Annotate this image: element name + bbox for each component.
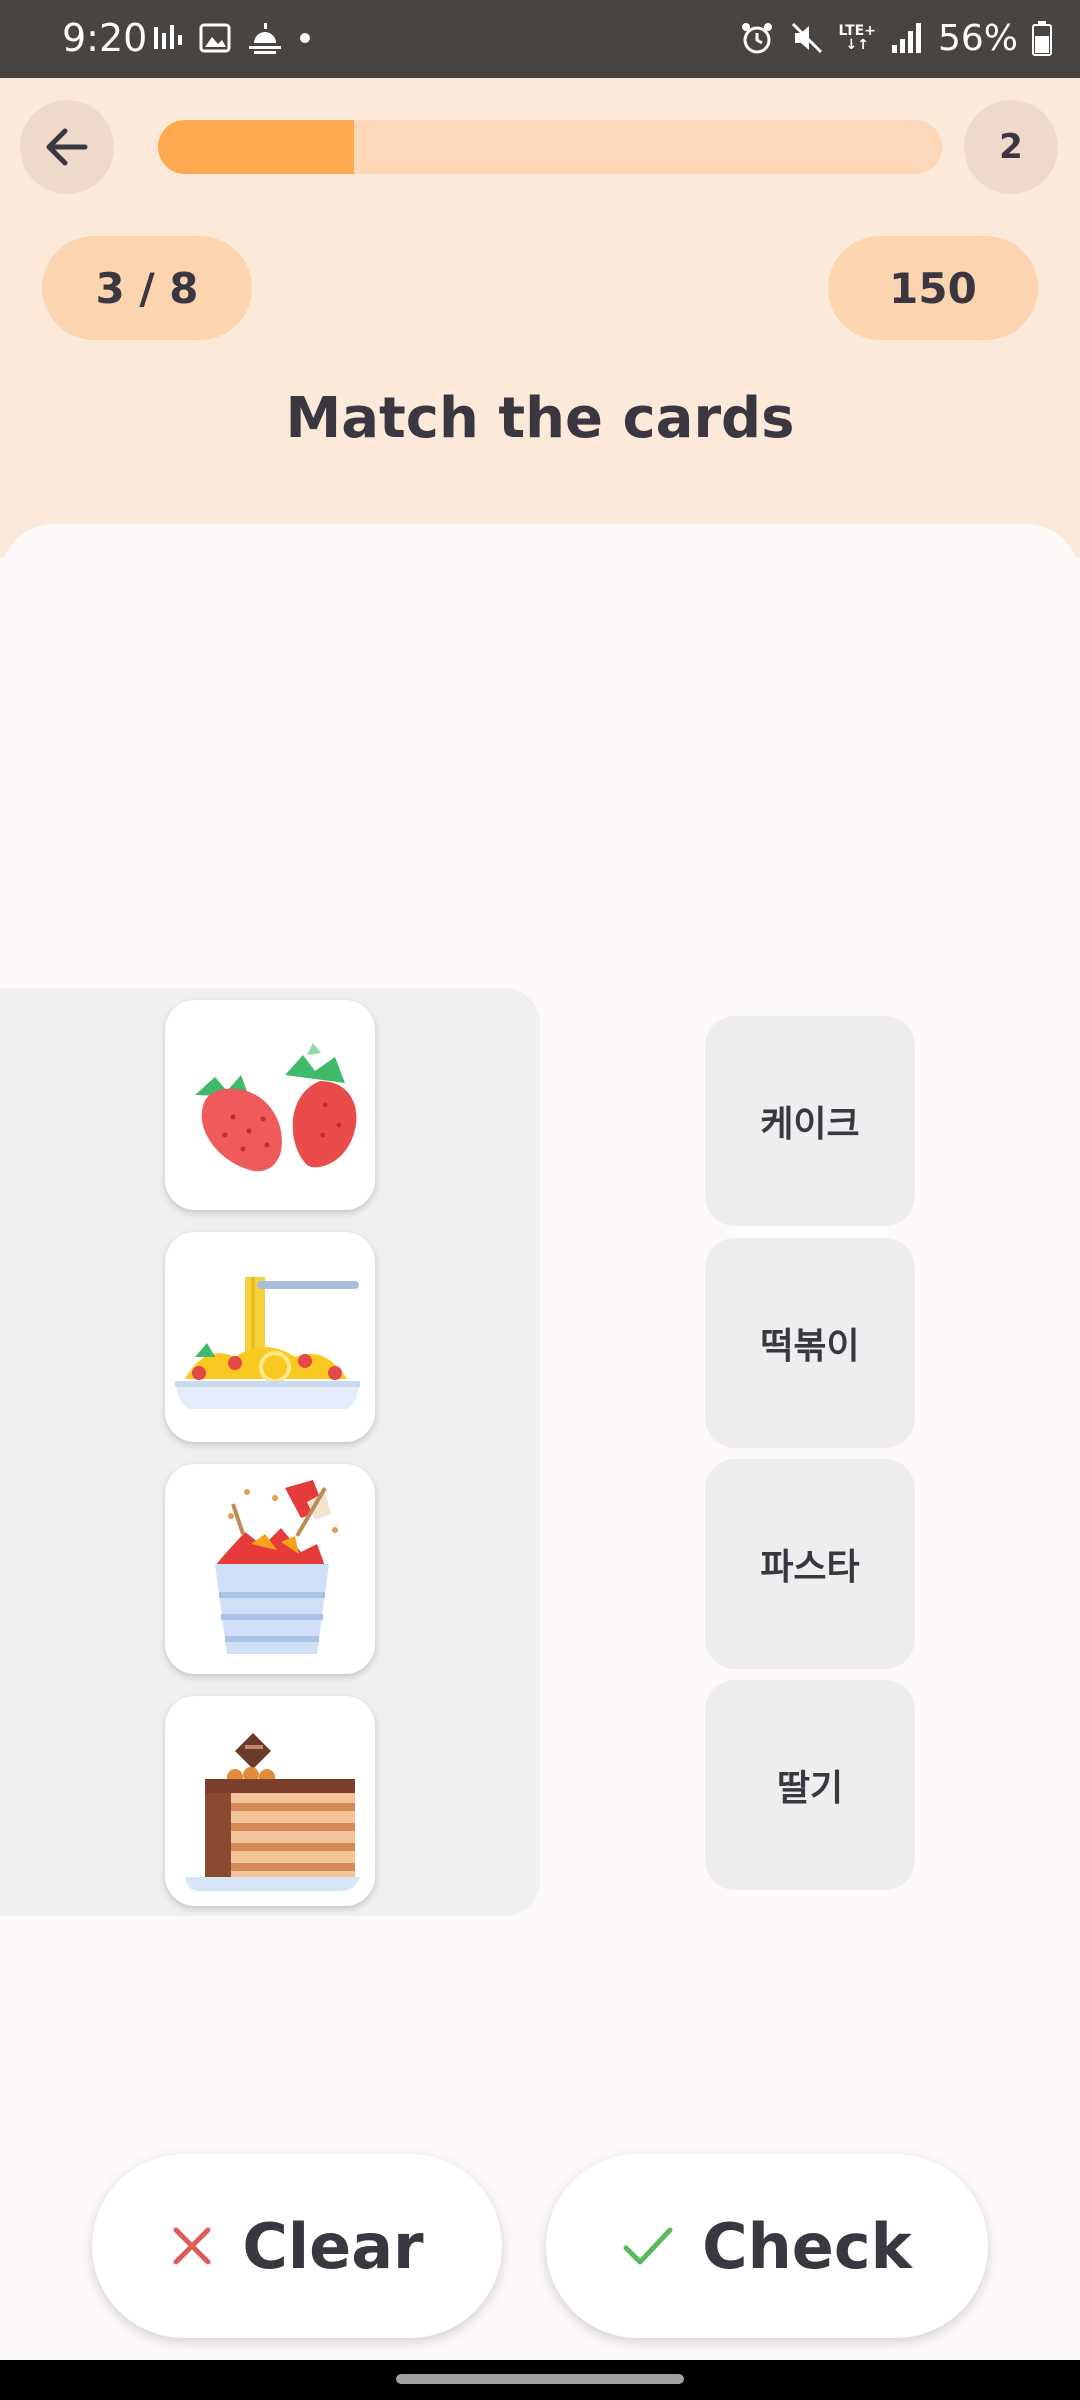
battery-icon <box>1032 21 1052 56</box>
lives-badge: 2 <box>964 100 1058 194</box>
word-card[interactable]: 떡볶이 <box>705 1238 915 1448</box>
cake-icon <box>185 1733 360 1891</box>
arrow-left-icon <box>46 128 88 166</box>
word-card[interactable]: 케이크 <box>705 1016 915 1226</box>
notification-icons <box>150 16 312 60</box>
navigation-bar <box>0 2360 1080 2400</box>
battery-percent: 56% <box>937 17 1018 59</box>
progress-fill <box>158 120 354 174</box>
checkmark-icon <box>623 2227 673 2265</box>
picture-card-pasta[interactable] <box>165 1232 375 1442</box>
system-status-icons: LTE+ ↓↑ 56% <box>739 14 1052 62</box>
weather-icon <box>249 23 281 54</box>
signal-icon <box>891 23 921 53</box>
word-card[interactable]: 딸기 <box>705 1680 915 1890</box>
close-icon <box>173 2227 211 2265</box>
picture-card-tteokbokki[interactable] <box>165 1464 375 1674</box>
check-button[interactable]: Check <box>546 2154 988 2338</box>
back-button[interactable] <box>20 100 114 194</box>
page-title: Match the cards <box>285 386 795 451</box>
clear-label: Clear <box>242 2209 424 2283</box>
activity-icon <box>154 25 182 49</box>
score-badge: 150 <box>828 236 1038 340</box>
word-card[interactable]: 파스타 <box>705 1459 915 1669</box>
lte-label: LTE+ <box>838 23 876 39</box>
dot-icon <box>300 33 310 43</box>
status-bar: 9:20 LTE+ ↓↑ 56% <box>0 0 1080 78</box>
picture-card-strawberry[interactable] <box>165 1000 375 1210</box>
check-label: Check <box>702 2209 912 2283</box>
gallery-icon <box>199 23 231 53</box>
status-time: 9:20 <box>62 16 148 60</box>
progress-bar <box>158 120 942 174</box>
home-gesture-handle[interactable] <box>396 2374 684 2384</box>
clear-button[interactable]: Clear <box>92 2154 502 2338</box>
pasta-icon <box>175 1277 360 1409</box>
mute-icon <box>791 22 822 54</box>
picture-card-cake[interactable] <box>165 1696 375 1906</box>
strawberry-icon <box>195 1043 357 1172</box>
lte-icon: LTE+ ↓↑ <box>838 23 876 53</box>
tteokbokki-icon <box>215 1480 338 1654</box>
alarm-icon <box>741 23 772 54</box>
question-counter: 3 / 8 <box>42 236 252 340</box>
